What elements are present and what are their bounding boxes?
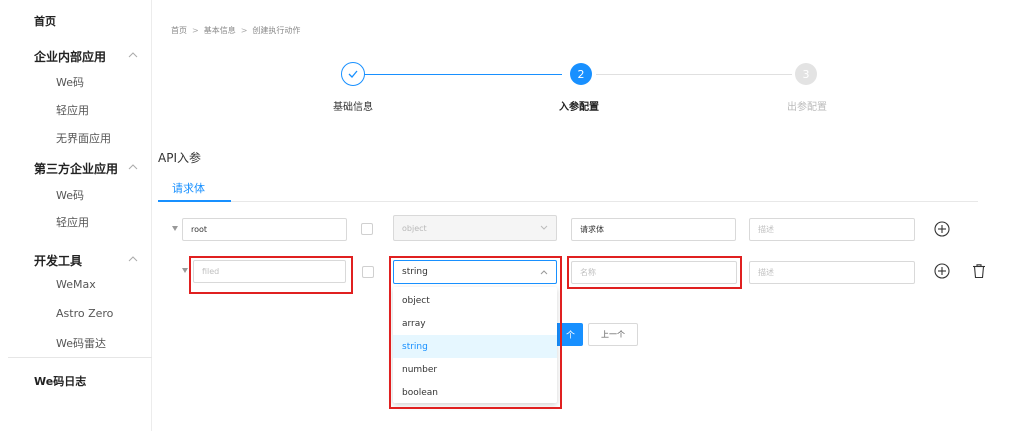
sidebar-item-wecode-2[interactable]: We码 (56, 187, 84, 203)
step-2-circle: 2 (570, 63, 592, 85)
type-option-string[interactable]: string (393, 335, 557, 358)
param-name-placeholder: filed (202, 267, 220, 276)
sidebar-divider (8, 357, 152, 358)
step-1-circle (341, 62, 365, 86)
sidebar-item-wemax[interactable]: WeMax (56, 278, 96, 291)
sidebar-group-dev-tools[interactable]: 开发工具 (34, 252, 82, 269)
breadcrumb-current: 创建执行动作 (252, 26, 301, 35)
prev-button-label: 上一个 (601, 330, 625, 339)
param-type-select-2[interactable]: string (393, 260, 557, 284)
sidebar: 首页 企业内部应用 We码 轻应用 无界面应用 第三方企业应用 We码 轻应用 … (0, 0, 152, 431)
chevron-up-icon[interactable] (128, 255, 138, 263)
step-2-label: 入参配置 (559, 102, 599, 113)
next-button-label: 个 (565, 331, 575, 341)
tab-request-body[interactable]: 请求体 (172, 180, 205, 196)
param-name-field[interactable]: root (182, 218, 347, 241)
chevron-down-icon (540, 225, 548, 230)
type-option-array[interactable]: array (393, 312, 557, 335)
sidebar-group-third-party-apps[interactable]: 第三方企业应用 (34, 160, 118, 177)
param-name-value: root (191, 225, 208, 234)
sidebar-item-light-app-2[interactable]: 轻应用 (56, 214, 89, 230)
sidebar-item-wecode-log[interactable]: We码日志 (34, 373, 86, 389)
param-title-field[interactable]: 请求体 (571, 218, 736, 241)
breadcrumb: 首页 > 基本信息 > 创建执行动作 (171, 25, 300, 36)
chevron-up-icon[interactable] (128, 51, 138, 59)
sidebar-item-headless-app[interactable]: 无界面应用 (56, 130, 111, 146)
chevron-up-icon[interactable] (128, 163, 138, 171)
type-dropdown-menu: object array string number boolean (393, 287, 557, 403)
param-desc-placeholder: 描述 (758, 225, 774, 234)
param-type-value-2: string (402, 267, 428, 277)
next-button[interactable]: 个 (555, 323, 583, 346)
chevron-up-icon (540, 270, 548, 275)
add-circle-icon[interactable] (934, 263, 950, 279)
breadcrumb-separator: > (240, 26, 248, 35)
tabs-baseline (158, 201, 978, 202)
sidebar-item-home[interactable]: 首页 (34, 13, 56, 29)
sidebar-item-light-app[interactable]: 轻应用 (56, 102, 89, 118)
required-checkbox[interactable] (361, 223, 373, 235)
section-title: API入参 (158, 151, 201, 165)
breadcrumb-home[interactable]: 首页 (171, 26, 187, 35)
breadcrumb-separator: > (192, 26, 199, 35)
step-1-label: 基础信息 (333, 102, 373, 113)
required-checkbox-2[interactable] (362, 266, 374, 278)
type-option-boolean[interactable]: boolean (393, 381, 557, 404)
step-2-number: 2 (577, 67, 585, 81)
sidebar-group-internal-apps[interactable]: 企业内部应用 (34, 48, 106, 65)
check-icon (348, 70, 358, 78)
step-connector-done (364, 74, 562, 75)
step-3-number: 3 (802, 67, 810, 81)
step-connector-pending (596, 74, 792, 75)
sidebar-item-wecode[interactable]: We码 (56, 74, 84, 90)
param-desc-placeholder-2: 描述 (758, 268, 774, 277)
collapse-caret-icon[interactable] (172, 226, 178, 231)
sidebar-item-astro-zero[interactable]: Astro Zero (56, 307, 113, 320)
type-option-number[interactable]: number (393, 358, 557, 381)
param-title-placeholder: 名称 (580, 268, 596, 277)
param-type-value: object (402, 223, 427, 233)
param-desc-field[interactable]: 描述 (749, 218, 915, 241)
param-type-select[interactable]: object (393, 215, 557, 241)
param-desc-field-2[interactable]: 描述 (749, 261, 915, 284)
add-circle-icon[interactable] (934, 221, 950, 237)
param-title-field-2[interactable]: 名称 (571, 261, 737, 284)
param-title-value: 请求体 (580, 225, 604, 234)
collapse-caret-icon[interactable] (182, 268, 188, 273)
sidebar-item-wecode-radar[interactable]: We码雷达 (56, 335, 106, 351)
tab-active-indicator (158, 200, 231, 202)
prev-button[interactable]: 上一个 (588, 323, 638, 346)
type-option-object[interactable]: object (393, 289, 557, 312)
step-3-circle: 3 (795, 63, 817, 85)
breadcrumb-basic-info[interactable]: 基本信息 (204, 26, 236, 35)
trash-icon[interactable] (971, 263, 987, 279)
param-name-field-2[interactable]: filed (193, 260, 346, 283)
step-3-label: 出参配置 (787, 102, 827, 113)
